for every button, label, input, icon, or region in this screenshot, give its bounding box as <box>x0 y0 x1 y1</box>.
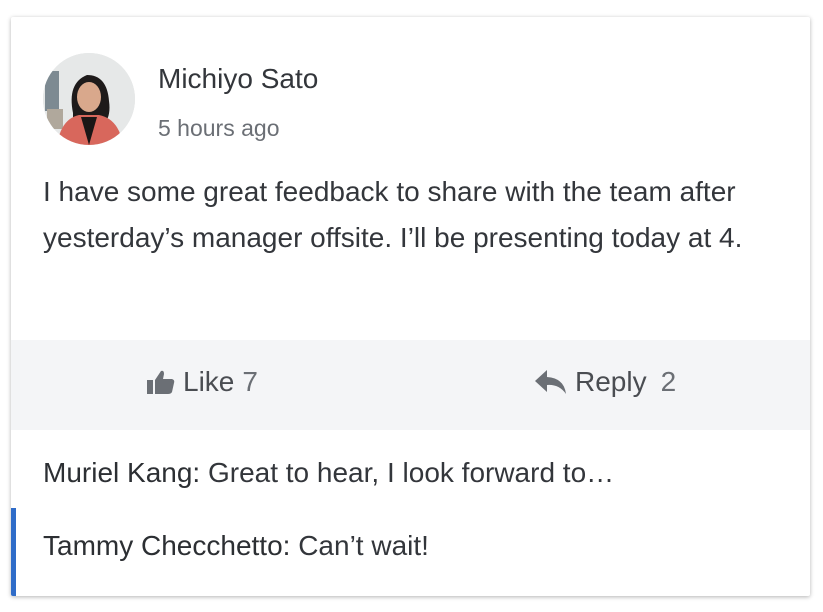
post-card: Michiyo Sato 5 hours ago I have some gre… <box>11 17 810 596</box>
post-body: I have some great feedback to share with… <box>43 176 743 253</box>
comment-item[interactable]: Tammy Checchetto: Can’t wait! <box>43 530 429 562</box>
action-bar: Like 7 Reply 2 <box>11 340 810 430</box>
avatar[interactable] <box>43 53 135 145</box>
comment-text: Can’t wait! <box>298 530 429 561</box>
comment-item[interactable]: Muriel Kang: Great to hear, I look forwa… <box>43 457 614 489</box>
reply-label: Reply <box>575 366 647 397</box>
avatar-photo-icon <box>43 53 135 145</box>
like-count: 7 <box>242 366 258 397</box>
reply-button[interactable]: Reply 2 <box>535 366 676 398</box>
thumbs-up-icon <box>147 370 175 394</box>
comment-author: Tammy Checchetto: <box>43 530 291 561</box>
like-label: Like <box>183 366 235 397</box>
post-timestamp: 5 hours ago <box>158 115 280 141</box>
comment-text: Great to hear, I look forward to… <box>207 457 615 488</box>
selected-comment-indicator <box>11 508 16 596</box>
comment-author: Muriel Kang: <box>43 457 201 488</box>
reply-count: 2 <box>660 366 677 397</box>
reply-arrow-icon <box>535 370 566 394</box>
like-button[interactable]: Like 7 <box>147 366 258 398</box>
author-name[interactable]: Michiyo Sato <box>158 63 318 95</box>
